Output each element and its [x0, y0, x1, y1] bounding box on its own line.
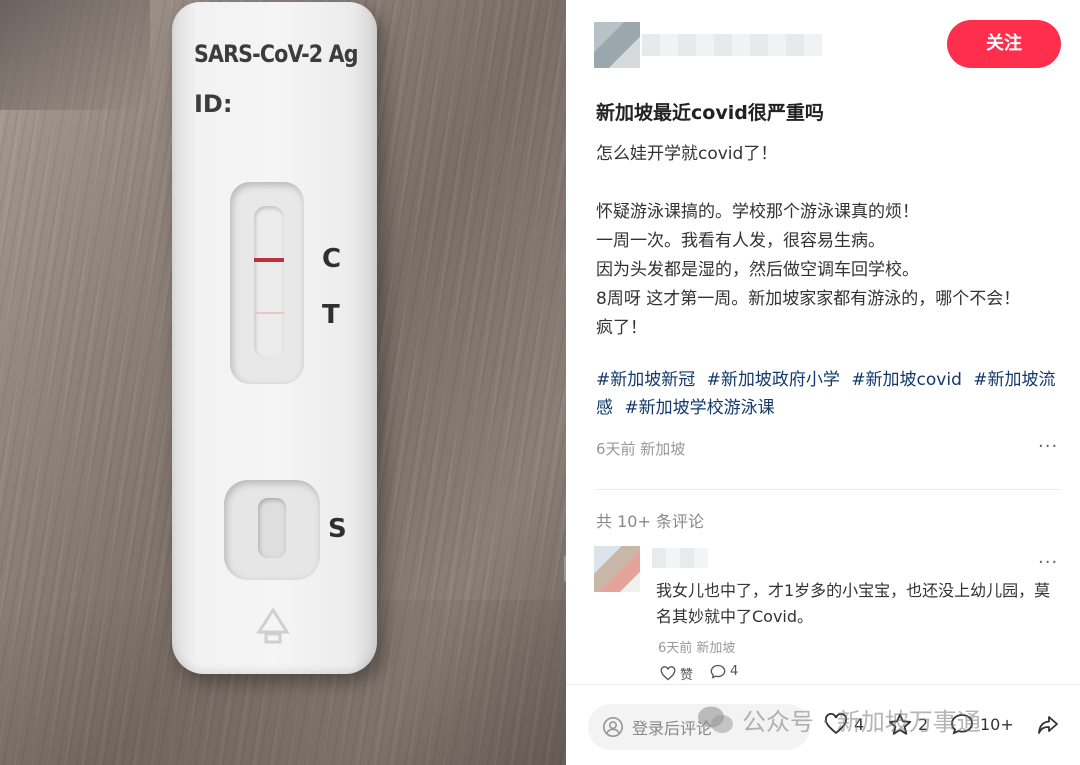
app-root: SARS-CoV-2 Ag ID: C T S 关注 新加坡最近covid很严重…	[0, 0, 1080, 765]
cassette-brand-label: SARS-CoV-2 Ag	[194, 40, 359, 68]
heart-icon	[825, 713, 847, 735]
share-icon	[1038, 716, 1058, 734]
user-icon	[603, 717, 623, 737]
chat-bubble-icon	[951, 714, 973, 735]
hashtag-link[interactable]: #新加坡新冠	[596, 370, 695, 390]
comment-button[interactable]: 10+	[950, 713, 1014, 735]
commenter-avatar[interactable]	[594, 546, 640, 592]
author-avatar[interactable]	[594, 22, 640, 68]
like-button[interactable]: 4	[824, 713, 864, 735]
control-label: C	[322, 244, 342, 274]
post-body-line: 因为头发都是湿的，然后做空调车回学校。	[596, 260, 919, 280]
sample-well-hole	[258, 498, 286, 558]
antigen-test-cassette: SARS-CoV-2 Ag ID: C T S	[172, 2, 377, 674]
comment-more-icon[interactable]: ···	[1038, 552, 1058, 573]
post-body-line: 一周一次。我看有人发，很容易生病。	[596, 231, 885, 251]
post-body-line: 怎么娃开学就covid了！	[596, 144, 778, 164]
hashtag-link[interactable]: #新加坡政府小学	[707, 370, 840, 390]
post-photo[interactable]: SARS-CoV-2 Ag ID: C T S	[0, 0, 566, 765]
control-line	[254, 258, 284, 262]
heart-icon	[660, 666, 676, 681]
post-body-line	[596, 169, 1066, 198]
sample-well	[224, 480, 320, 580]
photo-shadow	[0, 0, 150, 110]
post-more-icon[interactable]: ···	[1038, 436, 1058, 457]
post-body-line: 疯了！	[596, 318, 647, 338]
post-panel: 关注 新加坡最近covid很严重吗 怎么娃开学就covid了！ 怀疑游泳课搞的。…	[566, 0, 1080, 765]
comment-reply-count: 4	[730, 664, 739, 679]
star-icon	[888, 713, 912, 735]
comment-count: 共 10+ 条评论	[596, 512, 704, 531]
star-count: 2	[918, 715, 929, 734]
test-label: T	[322, 300, 340, 330]
test-strip	[254, 206, 284, 358]
post-body-line: 怀疑游泳课搞的。学校那个游泳课真的烦！	[596, 202, 919, 222]
share-button[interactable]	[1036, 713, 1060, 741]
hashtag-link[interactable]: #新加坡学校游泳课	[624, 398, 774, 418]
like-count: 4	[854, 714, 865, 734]
comment-like-button[interactable]: 赞	[660, 664, 693, 683]
result-window	[230, 182, 304, 384]
divider	[566, 684, 1080, 685]
test-line	[254, 312, 284, 314]
follow-button[interactable]: 关注	[947, 20, 1061, 68]
cassette-id-label: ID:	[194, 90, 233, 118]
author-name-blurred[interactable]	[642, 34, 822, 56]
post-title: 新加坡最近covid很严重吗	[596, 102, 824, 124]
chat-bubble-icon	[710, 664, 726, 679]
post-meta: 6天前 新加坡	[596, 440, 686, 458]
comment-like-label: 赞	[680, 668, 694, 683]
arrow-up-icon	[256, 607, 290, 644]
commenter-name-blurred[interactable]	[652, 548, 708, 568]
comment-reply-button[interactable]: 4	[710, 664, 738, 679]
post-tags: #新加坡新冠 #新加坡政府小学 #新加坡covid #新加坡流感 #新加坡学校游…	[596, 366, 1066, 422]
comment-meta: 6天前 新加坡	[658, 641, 736, 656]
comment-text: 我女儿也中了，才1岁多的小宝宝，也还没上幼儿园，莫名其妙就中了Covid。	[656, 581, 1051, 626]
comment-total: 10+	[980, 714, 1014, 734]
divider	[596, 489, 1060, 490]
collect-button[interactable]: 2	[888, 713, 928, 736]
hashtag-link[interactable]: #新加坡covid	[851, 370, 962, 390]
comment-input[interactable]: 登录后评论	[588, 704, 810, 750]
post-body-line: 8周呀 这才第一周。新加坡家家都有游泳的，哪个不会！	[596, 289, 1021, 309]
post-body: 怎么娃开学就covid了！ 怀疑游泳课搞的。学校那个游泳课真的烦！ 一周一次。我…	[596, 140, 1066, 343]
sample-label: S	[328, 514, 347, 544]
comment-input-placeholder: 登录后评论	[632, 719, 713, 738]
